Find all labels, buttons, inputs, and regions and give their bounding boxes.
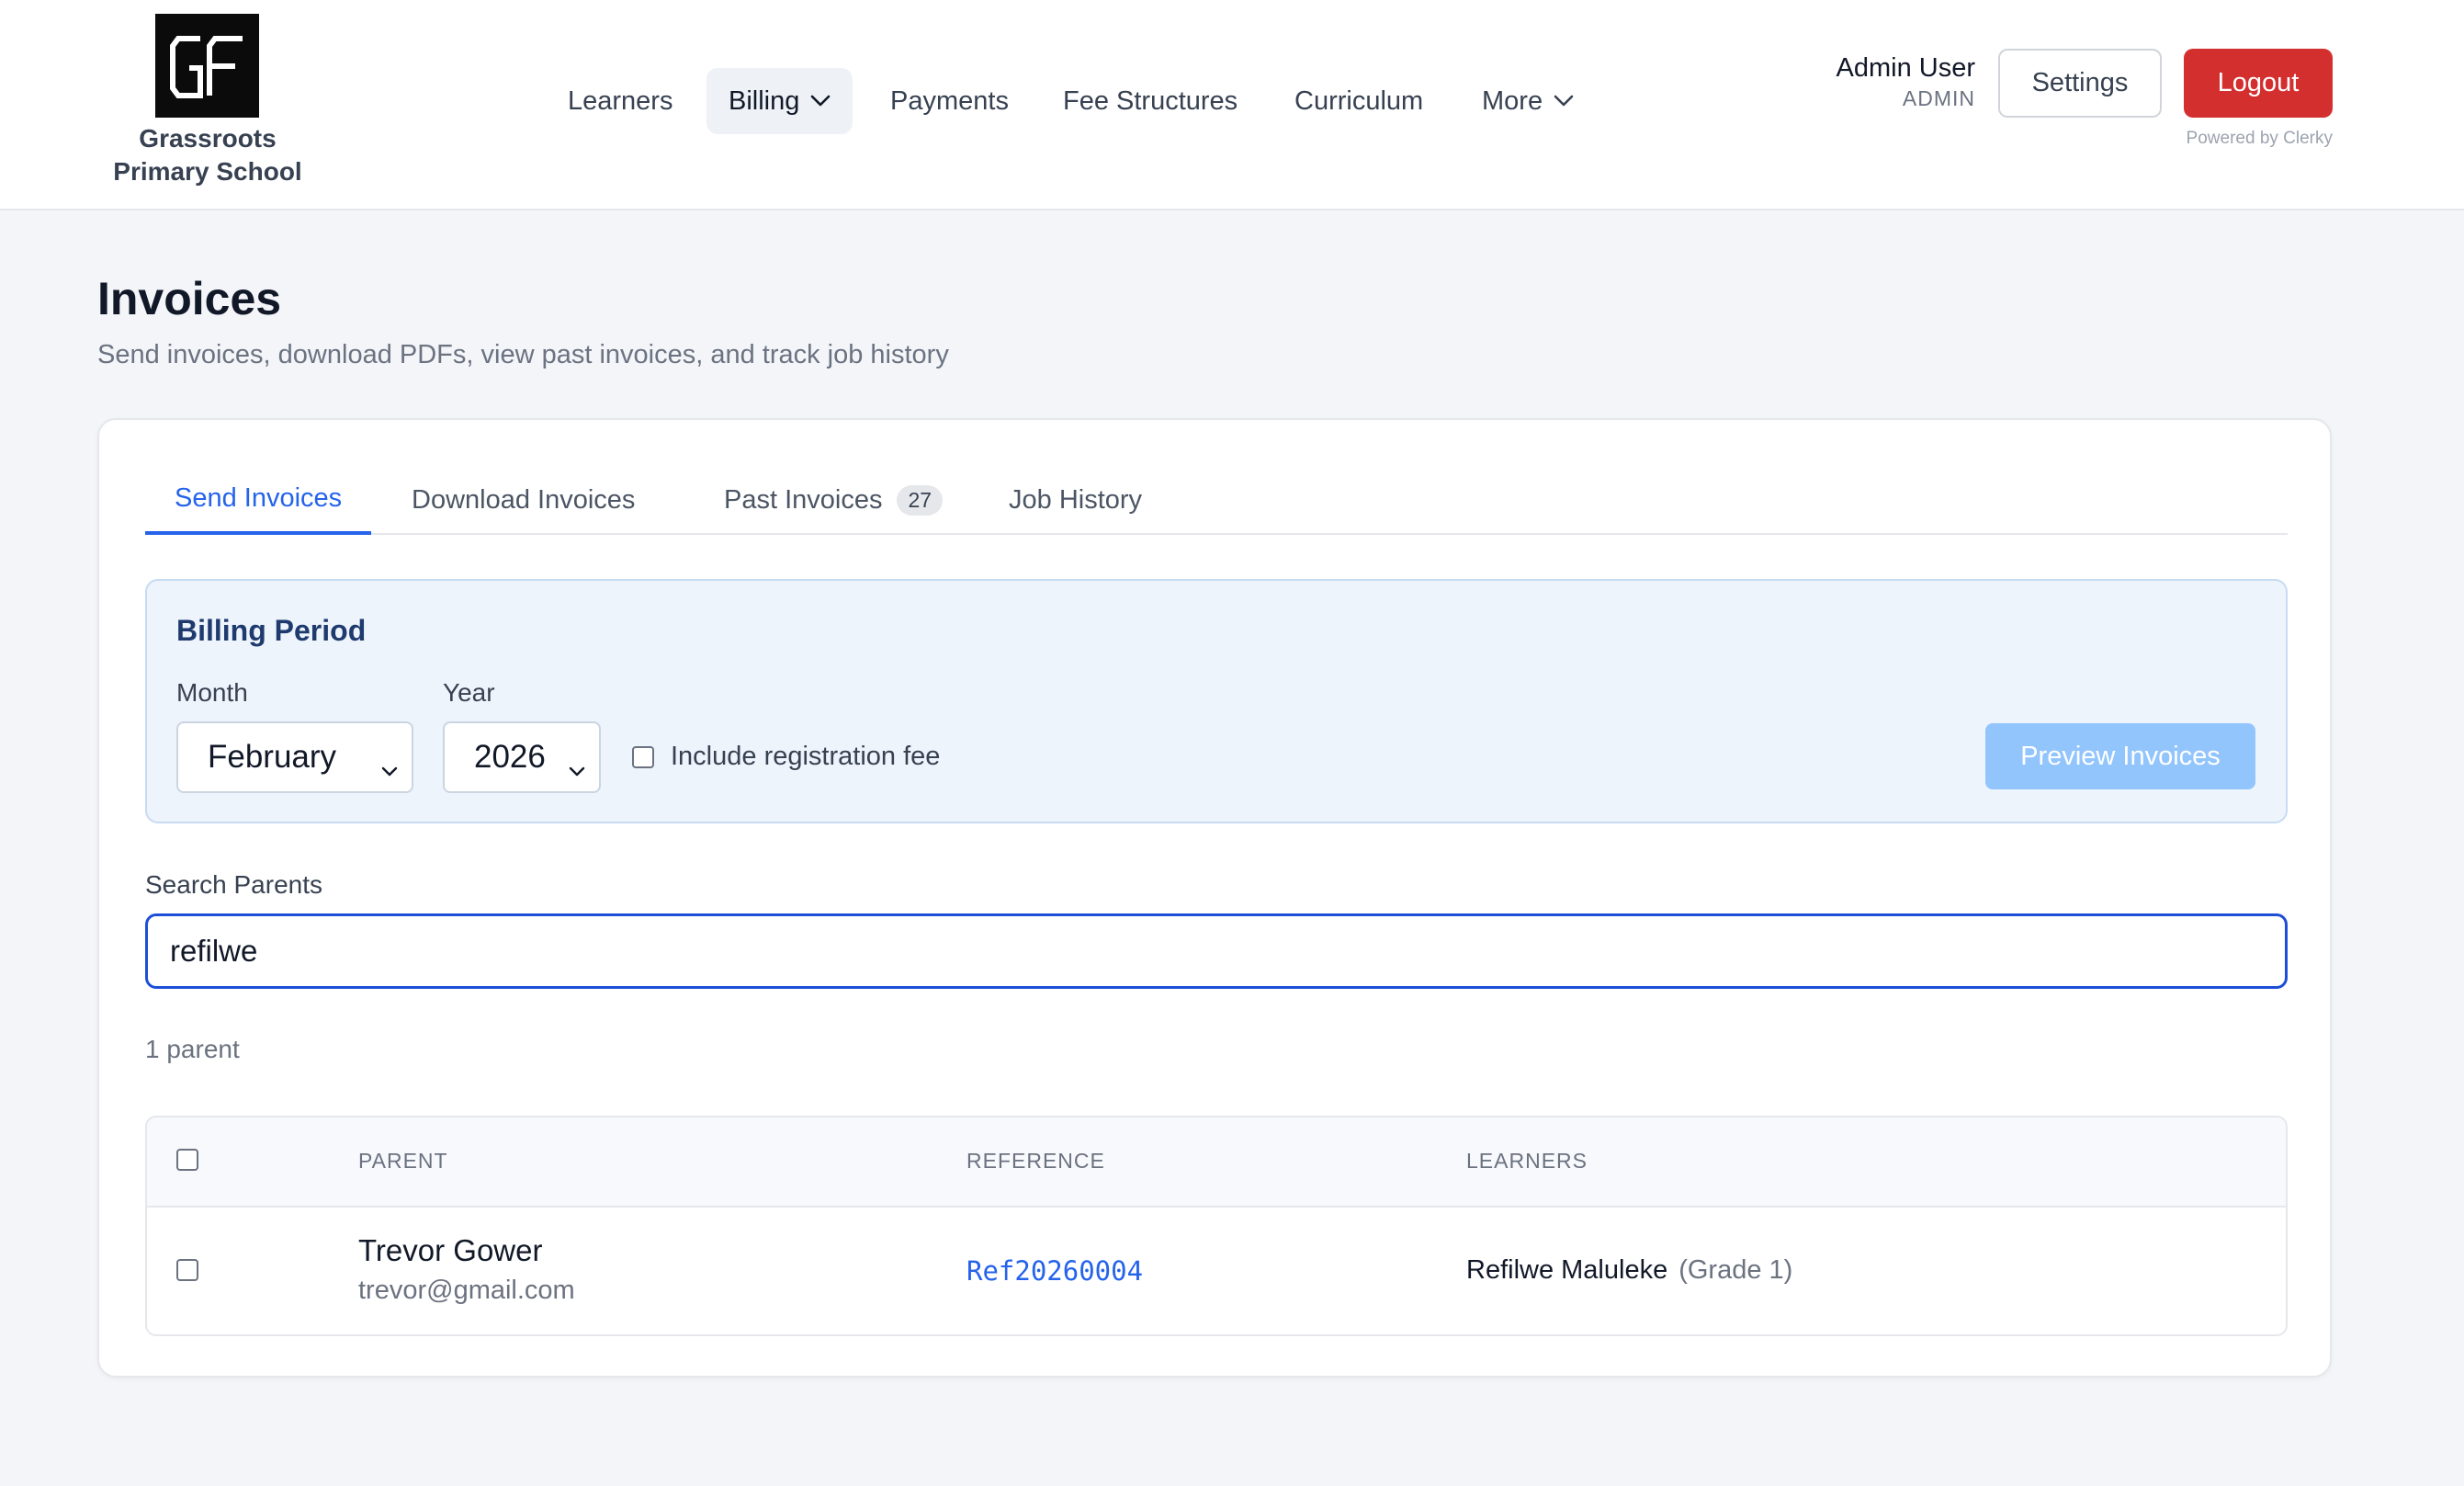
tab-job-history[interactable]: Job History [1009,466,1142,535]
school-name: Grassroots Primary School [92,122,323,188]
include-registration-fee-checkbox[interactable] [632,746,654,768]
billing-period-panel: Billing Period Month February Year 2026 … [145,579,2288,823]
nav-more-label: More [1482,85,1543,116]
select-all-checkbox[interactable] [176,1149,198,1171]
past-invoices-count-badge: 27 [897,485,944,516]
tab-send-invoices-label: Send Invoices [175,483,343,513]
billing-period-title: Billing Period [176,614,367,647]
invoice-tabs: Send Invoices Download Invoices Past Inv… [145,466,2288,535]
column-header-learners: LEARNERS [1466,1149,1588,1173]
nav-fee-structures-label: Fee Structures [1063,85,1238,116]
chevron-down-icon [810,95,831,108]
top-navigation-bar: Grassroots Primary School Learners Billi… [0,0,2464,210]
powered-by: Powered by Clerky [2186,129,2333,148]
nav-curriculum[interactable]: Curriculum [1294,68,1423,134]
parent-name: Trevor Gower [358,1233,543,1267]
month-select[interactable]: February [176,721,413,793]
nav-payments[interactable]: Payments [890,68,1009,134]
nav-fee-structures[interactable]: Fee Structures [1063,68,1238,134]
nav-billing-label: Billing [729,85,800,116]
nav-learners[interactable]: Learners [568,68,673,134]
nav-payments-label: Payments [890,85,1009,116]
chevron-down-icon [1554,95,1574,108]
column-header-parent: PARENT [358,1149,448,1173]
year-label: Year [443,678,495,707]
learner-name: Refilwe Maluleke [1466,1255,1668,1285]
parents-table: PARENT REFERENCE LEARNERS Trevor Gower t… [145,1116,2288,1336]
nav-curriculum-label: Curriculum [1294,85,1424,116]
month-label: Month [176,678,248,707]
user-name: Admin User [1836,53,1976,83]
nav-learners-label: Learners [568,85,673,116]
tab-download-invoices[interactable]: Download Invoices [412,466,635,535]
school-logo[interactable] [155,14,259,118]
table-row[interactable]: Trevor Gower trevor@gmail.com Ref2026000… [147,1208,2286,1334]
settings-button[interactable]: Settings [1998,49,2162,118]
parent-email: trevor@gmail.com [358,1276,575,1305]
include-registration-fee-label[interactable]: Include registration fee [671,742,940,772]
page-title: Invoices [97,273,282,324]
chevron-down-icon [568,749,586,786]
tab-send-invoices[interactable]: Send Invoices [145,466,372,535]
year-select[interactable]: 2026 [443,721,601,793]
logout-button[interactable]: Logout [2184,49,2333,118]
tab-past-invoices-label: Past Invoices [724,485,883,515]
month-select-value: February [208,739,337,775]
learner-cell: Refilwe Maluleke (Grade 1) [1466,1255,1792,1286]
learner-grade: (Grade 1) [1678,1255,1793,1285]
school-name-line2: Primary School [113,157,302,186]
row-select-checkbox[interactable] [176,1259,198,1281]
user-info: Admin User ADMIN [1837,51,1976,112]
tab-download-invoices-label: Download Invoices [412,485,636,515]
tab-job-history-label: Job History [1009,485,1143,515]
tab-past-invoices[interactable]: Past Invoices 27 [724,466,944,535]
chevron-down-icon [380,749,399,786]
nav-billing[interactable]: Billing [706,68,853,134]
result-count: 1 parent [145,1035,240,1063]
search-parents-input[interactable] [145,913,2288,989]
page-subtitle: Send invoices, download PDFs, view past … [97,340,949,369]
table-header: PARENT REFERENCE LEARNERS [147,1117,2286,1208]
year-select-value: 2026 [474,739,546,775]
gf-logo-icon [169,35,243,98]
search-parents-label: Search Parents [145,870,322,899]
school-name-line1: Grassroots [139,124,277,153]
user-role: ADMIN [1902,86,1975,110]
nav-more[interactable]: More [1482,68,1574,134]
preview-invoices-button[interactable]: Preview Invoices [1985,723,2255,789]
invoices-card: Send Invoices Download Invoices Past Inv… [97,418,2332,1378]
column-header-reference: REFERENCE [966,1149,1105,1173]
parent-reference-link[interactable]: Ref20260004 [966,1255,1143,1287]
